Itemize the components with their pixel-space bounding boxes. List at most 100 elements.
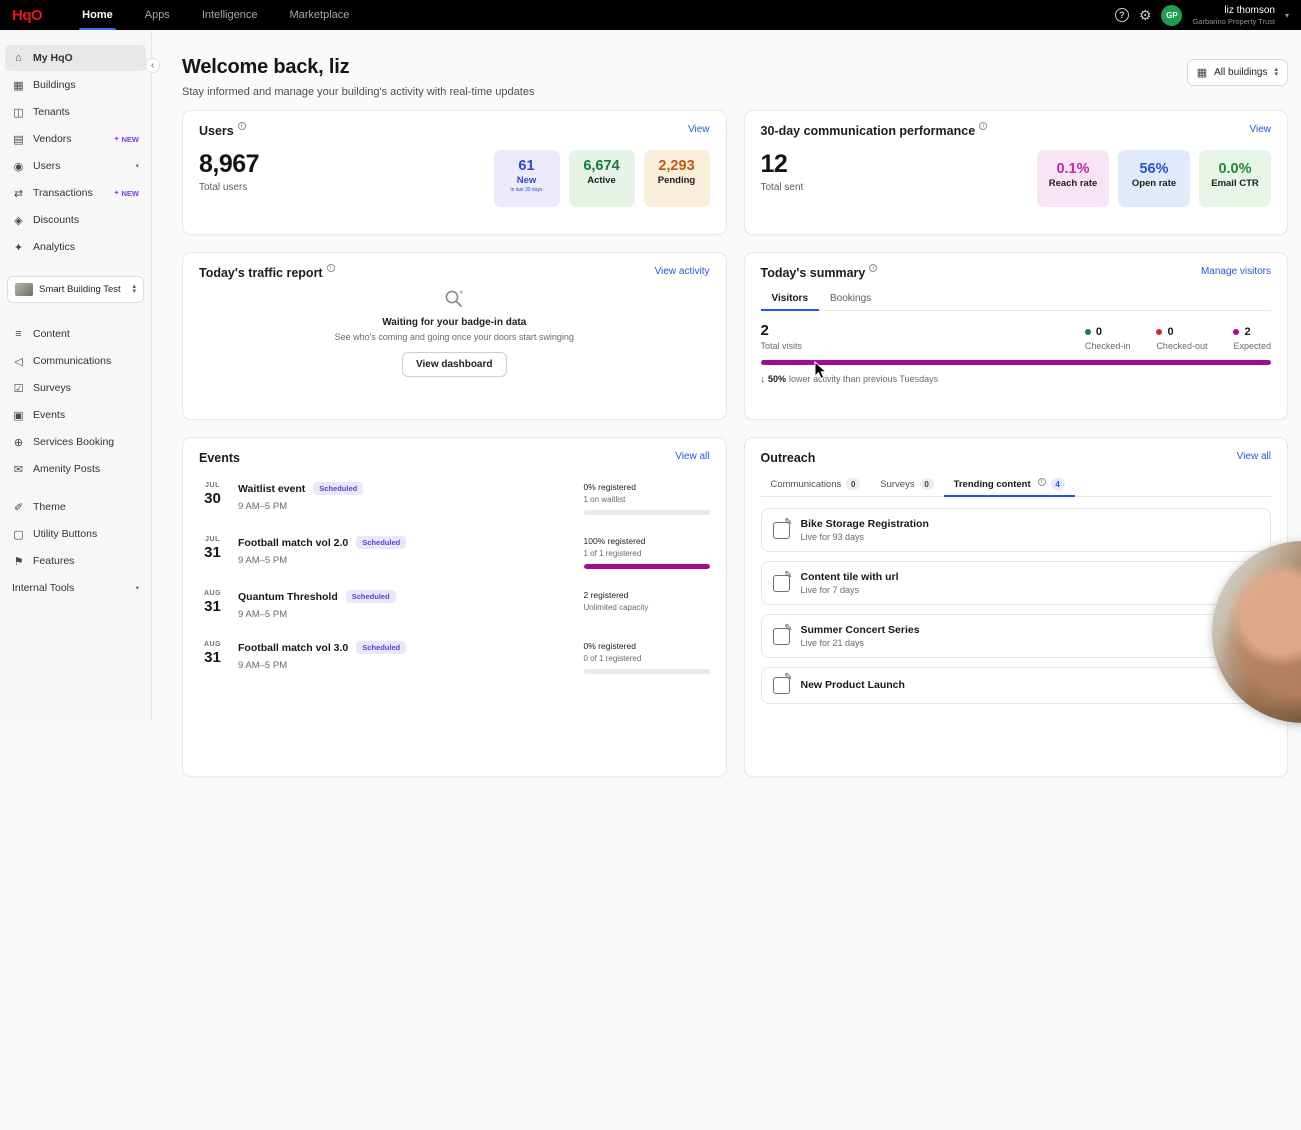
sidebar-item-vendors[interactable]: ▤ Vendors ✦NEW <box>5 126 146 152</box>
list-item[interactable]: ✎ Summer Concert Series Live for 21 days <box>761 614 1272 658</box>
tab-bookings[interactable]: Bookings <box>819 286 882 310</box>
all-buildings-label: All buildings <box>1214 67 1267 78</box>
user-menu[interactable]: liz thomson Garbarino Property Trust <box>1192 4 1275 27</box>
tab-visitors[interactable]: Visitors <box>761 286 820 310</box>
event-time: 9 AM–5 PM <box>238 609 572 620</box>
sidebar-item-features[interactable]: ⚑ Features <box>5 548 146 574</box>
events-view-all-link[interactable]: View all <box>675 451 709 462</box>
sidebar-item-amenity-posts[interactable]: ✉ Amenity Posts <box>5 456 146 482</box>
building-icon: ▦ <box>1197 66 1207 79</box>
chevron-down-icon[interactable]: ▾ <box>1285 11 1289 20</box>
list-item[interactable]: ✎ New Product Launch <box>761 667 1272 704</box>
view-dashboard-button[interactable]: View dashboard <box>402 352 507 377</box>
total-sent-block: 12 Total sent <box>761 150 804 207</box>
total-users-value: 8,967 <box>199 150 259 179</box>
sidebar-item-events[interactable]: ▣ Events <box>5 402 146 428</box>
all-buildings-filter[interactable]: ▦ All buildings ▴▾ <box>1187 59 1288 86</box>
sidebar-item-my-hqo[interactable]: ⌂ My HqO <box>5 45 146 71</box>
sidebar-item-theme[interactable]: ✐ Theme <box>5 494 146 520</box>
todays-summary-card: Today's summary Manage visitors Visitors… <box>744 252 1289 420</box>
sidebar-item-label: My HqO <box>33 52 73 64</box>
total-users-label: Total users <box>199 182 259 193</box>
users-card: Users View 8,967 Total users 61 New in l… <box>182 110 727 235</box>
sidebar-item-buildings[interactable]: ▦ Buildings <box>5 72 146 98</box>
nav-intelligence[interactable]: Intelligence <box>186 0 274 30</box>
communications-icon: ◁ <box>12 355 25 368</box>
sidebar-item-utility-buttons[interactable]: ▢ Utility Buttons <box>5 521 146 547</box>
list-item[interactable]: ✎ Content tile with url Live for 7 days <box>761 561 1272 605</box>
sidebar-item-label: Communications <box>33 355 111 367</box>
gear-icon[interactable]: ⚙ <box>1139 8 1152 22</box>
stat-email-ctr: 0.0% Email CTR <box>1199 150 1271 207</box>
outreach-view-all-link[interactable]: View all <box>1237 451 1271 462</box>
tab-surveys[interactable]: Surveys 0 <box>870 471 943 496</box>
info-icon[interactable] <box>979 122 987 130</box>
events-card-title: Events <box>199 451 240 465</box>
total-sent-label: Total sent <box>761 182 804 193</box>
stat-new-users: 61 New in last 30 days <box>494 150 560 207</box>
sidebar-item-communications[interactable]: ◁ Communications <box>5 348 146 374</box>
event-row[interactable]: AUG 31 Football match vol 3.0 Scheduled … <box>199 630 710 684</box>
summary-footnote: ↓ 50% lower activity than previous Tuesd… <box>761 374 1272 384</box>
surveys-icon: ☑ <box>12 382 25 395</box>
view-activity-link[interactable]: View activity <box>655 266 710 277</box>
sidebar-item-surveys[interactable]: ☑ Surveys <box>5 375 146 401</box>
green-dot-icon <box>1085 329 1091 335</box>
nav-home[interactable]: Home <box>66 0 129 30</box>
building-thumbnail <box>15 283 33 296</box>
info-icon[interactable] <box>238 122 246 130</box>
event-row[interactable]: AUG 31 Quantum Threshold Scheduled 9 AM–… <box>199 579 710 630</box>
sidebar-item-services-booking[interactable]: ⊕ Services Booking <box>5 429 146 455</box>
content-icon: ≡ <box>12 328 25 340</box>
dashboard-grid: Users View 8,967 Total users 61 New in l… <box>182 110 1288 777</box>
visits-progress-bar <box>761 360 1272 365</box>
sidebar-item-internal-tools[interactable]: Internal Tools ▾ <box>5 575 146 601</box>
sidebar-item-tenants[interactable]: ◫ Tenants <box>5 99 146 125</box>
tab-communications[interactable]: Communications 0 <box>761 471 871 496</box>
sidebar-item-analytics[interactable]: ✦ Analytics <box>5 234 146 260</box>
building-selector[interactable]: Smart Building Test ▴▾ <box>7 276 144 303</box>
analytics-icon: ✦ <box>12 241 25 254</box>
legend-expected: 2 Expected <box>1233 326 1271 351</box>
stat-reach-rate: 0.1% Reach rate <box>1037 150 1109 207</box>
info-icon[interactable] <box>869 264 877 272</box>
new-badge: ✦NEW <box>114 189 139 198</box>
nav-marketplace[interactable]: Marketplace <box>273 0 365 30</box>
sidebar-divider <box>0 483 151 493</box>
legend-checked-out: 0 Checked-out <box>1156 326 1207 351</box>
amenity-posts-icon: ✉ <box>12 463 25 476</box>
hqo-logo[interactable]: HqO <box>12 7 42 24</box>
event-row[interactable]: JUL 30 Waitlist event Scheduled 9 AM–5 P… <box>199 471 710 525</box>
topbar-right: ? ⚙ GP liz thomson Garbarino Property Tr… <box>1115 0 1289 30</box>
event-row[interactable]: JUL 31 Football match vol 2.0 Scheduled … <box>199 525 710 579</box>
user-org: Garbarino Property Trust <box>1192 17 1275 27</box>
events-icon: ▣ <box>12 409 25 422</box>
content-name: Summer Concert Series <box>801 624 920 636</box>
buildings-icon: ▦ <box>12 79 25 92</box>
traffic-card-title: Today's traffic report <box>199 266 335 280</box>
sidebar-item-users[interactable]: ◉ Users ▾ <box>5 153 146 179</box>
utility-buttons-icon: ▢ <box>12 528 25 541</box>
info-icon <box>1038 478 1046 486</box>
sparkle-icon: ✦ <box>114 135 120 143</box>
info-icon[interactable] <box>327 264 335 272</box>
count-badge: 0 <box>846 478 860 490</box>
sidebar-collapse-button[interactable]: ‹ <box>145 58 160 73</box>
events-card: Events View all JUL 30 Waitlist event Sc… <box>182 437 727 777</box>
tab-trending-content[interactable]: Trending content 4 <box>944 471 1075 496</box>
users-view-link[interactable]: View <box>688 124 710 135</box>
vendors-icon: ▤ <box>12 133 25 146</box>
sidebar-item-transactions[interactable]: ⇄ Transactions ✦NEW <box>5 180 146 206</box>
total-sent-value: 12 <box>761 150 804 179</box>
sidebar-item-content[interactable]: ≡ Content <box>5 321 146 347</box>
comm-view-link[interactable]: View <box>1250 124 1272 135</box>
events-list: JUL 30 Waitlist event Scheduled 9 AM–5 P… <box>199 471 710 684</box>
help-icon[interactable]: ? <box>1115 8 1129 22</box>
sidebar-item-discounts[interactable]: ◈ Discounts <box>5 207 146 233</box>
nav-apps[interactable]: Apps <box>129 0 186 30</box>
manage-visitors-link[interactable]: Manage visitors <box>1201 266 1271 277</box>
status-badge: Scheduled <box>356 536 406 549</box>
chevron-down-icon: ▾ <box>135 162 139 170</box>
list-item[interactable]: ✎ Bike Storage Registration Live for 93 … <box>761 508 1272 552</box>
avatar[interactable]: GP <box>1161 5 1182 26</box>
